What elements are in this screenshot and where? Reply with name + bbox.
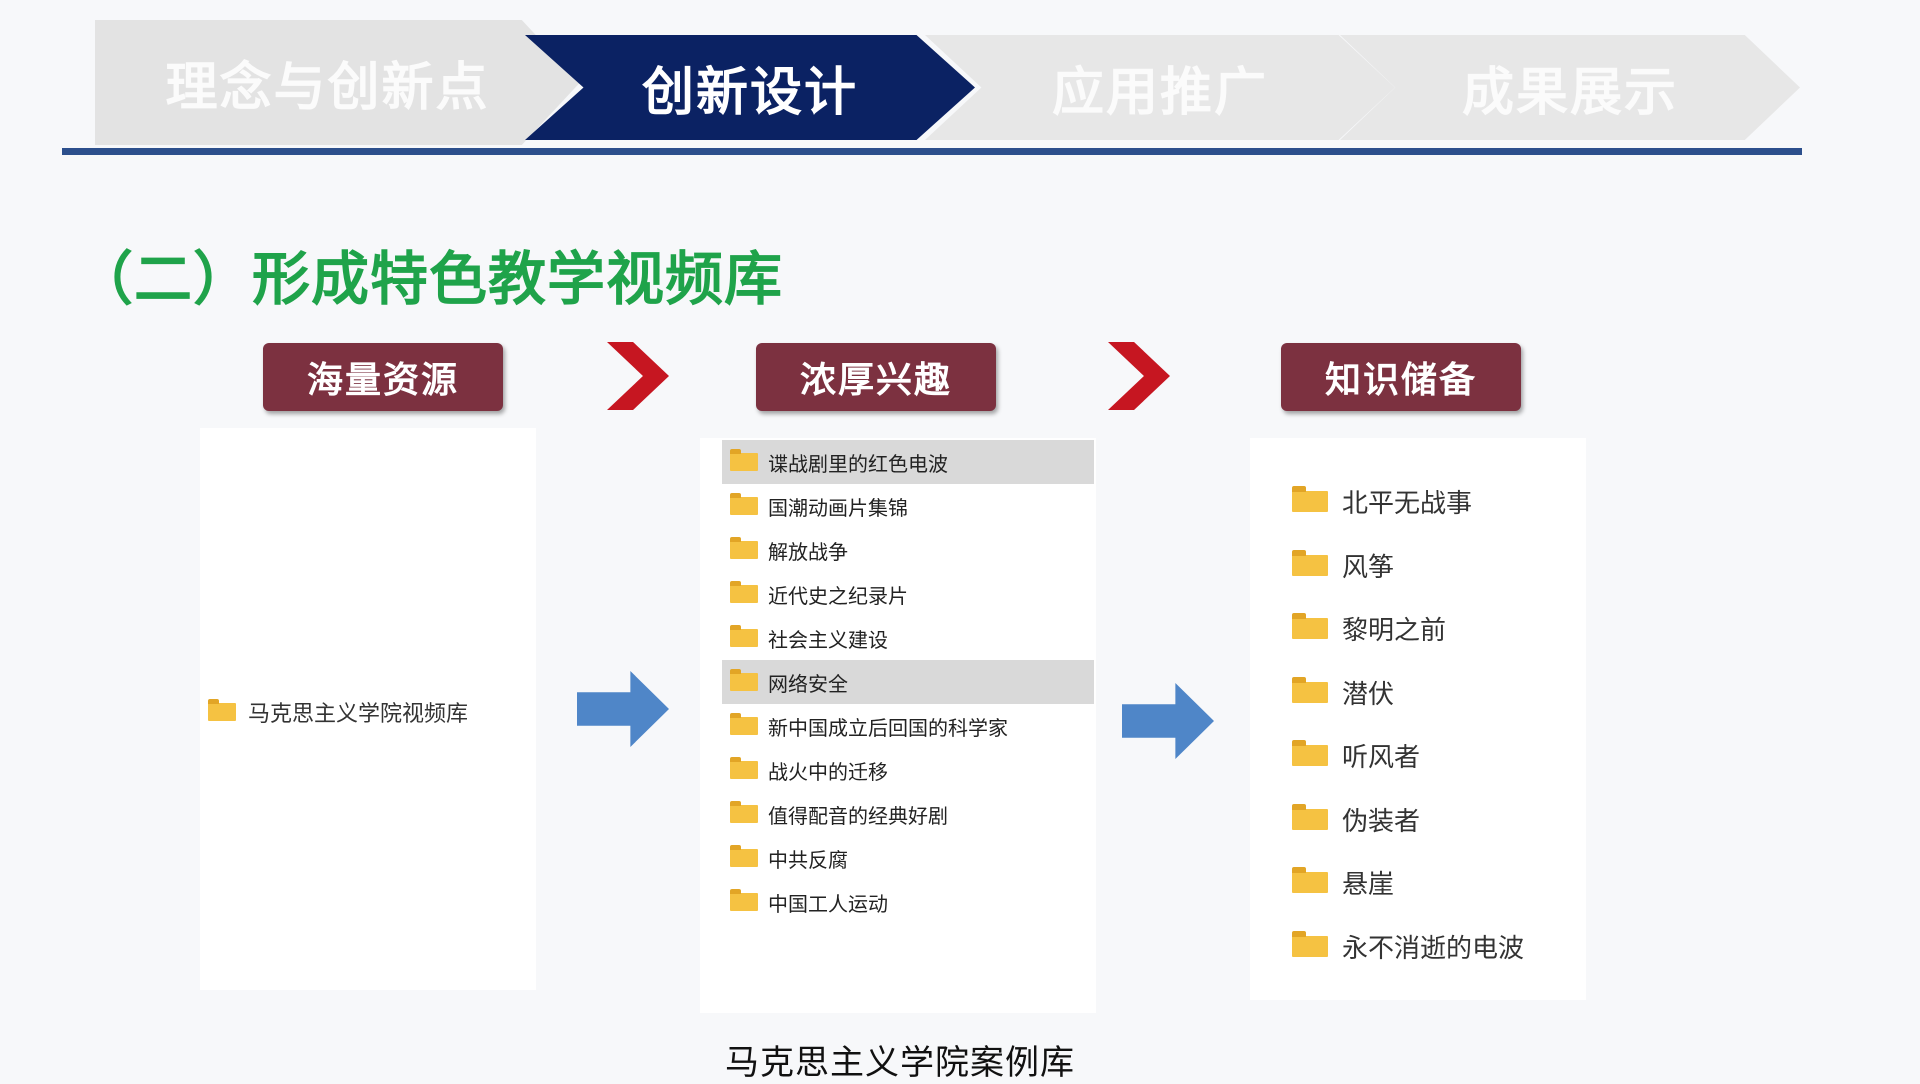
- folder-item[interactable]: 解放战争: [722, 528, 1094, 572]
- arrow-right-icon: [577, 671, 669, 747]
- folder-label: 潜伏: [1342, 679, 1395, 710]
- category-resources[interactable]: 海量资源: [263, 343, 503, 411]
- folder-item[interactable]: 谍战剧里的红色电波: [722, 440, 1094, 484]
- folder-item[interactable]: 网络安全: [722, 660, 1094, 704]
- folder-label: 值得配音的经典好剧: [768, 803, 948, 828]
- folder-item[interactable]: 风筝: [1292, 534, 1524, 598]
- folder-icon: [1292, 549, 1328, 576]
- folder-icon: [1292, 930, 1328, 957]
- folder-item[interactable]: 国潮动画片集锦: [722, 484, 1094, 528]
- folder-label: 听风者: [1342, 743, 1421, 774]
- folder-icon: [730, 757, 758, 779]
- folder-item[interactable]: 伪装者: [1292, 788, 1524, 852]
- folder-icon: [1292, 613, 1328, 640]
- folder-item[interactable]: 马克思主义学院视频库: [208, 696, 468, 728]
- nav-step-design[interactable]: 创新设计: [525, 35, 975, 140]
- folder-label: 北平无战事: [1342, 489, 1473, 520]
- folder-label: 中共反腐: [768, 847, 848, 872]
- folder-label: 近代史之纪录片: [768, 583, 908, 608]
- folder-label: 黎明之前: [1342, 616, 1447, 647]
- folder-label: 解放战争: [768, 539, 848, 564]
- folder-label: 永不消逝的电波: [1342, 933, 1525, 964]
- folder-item[interactable]: 黎明之前: [1292, 597, 1524, 661]
- folder-label: 风筝: [1342, 552, 1395, 583]
- folder-item[interactable]: 永不消逝的电波: [1292, 915, 1524, 979]
- folder-label: 中国工人运动: [768, 891, 888, 916]
- folder-item[interactable]: 近代史之纪录片: [722, 572, 1094, 616]
- folder-icon: [1292, 486, 1328, 513]
- folder-label: 社会主义建设: [768, 627, 888, 652]
- folder-icon: [730, 889, 758, 911]
- folder-label: 国潮动画片集锦: [768, 495, 908, 520]
- folder-list: 谍战剧里的红色电波 国潮动画片集锦 解放战争近代史之纪录片 社会主义建设 网络安全新中国…: [722, 438, 1094, 924]
- folder-label: 伪装者: [1342, 806, 1421, 837]
- folder-item[interactable]: 值得配音的经典好剧: [722, 792, 1094, 836]
- panel-video-library: 马克思主义学院视频库: [200, 428, 536, 990]
- panel-drama-folders: 北平无战事风筝黎明之前潜伏听风者伪装者悬崖永不消逝的电波: [1250, 438, 1586, 1000]
- nav-step-concept[interactable]: 理念与创新点: [95, 20, 580, 145]
- folder-item[interactable]: 听风者: [1292, 724, 1524, 788]
- nav-underline: [62, 148, 1802, 155]
- folder-icon: [730, 713, 758, 735]
- section-title: （二）形成特色教学视频库: [75, 245, 784, 313]
- nav-step-promotion[interactable]: 应用推广: [925, 35, 1395, 140]
- folder-item[interactable]: 社会主义建设: [722, 616, 1094, 660]
- folder-item[interactable]: 悬崖: [1292, 851, 1524, 915]
- folder-item[interactable]: 中共反腐: [722, 836, 1094, 880]
- folder-item[interactable]: 新中国成立后回国的科学家: [722, 704, 1094, 748]
- caption: 马克思主义学院案例库: [725, 1043, 1075, 1083]
- folder-icon: [208, 699, 236, 721]
- folder-item[interactable]: 北平无战事: [1292, 470, 1524, 534]
- category-interest[interactable]: 浓厚兴趣: [756, 343, 996, 411]
- folder-icon: [730, 801, 758, 823]
- folder-label: 谍战剧里的红色电波: [768, 451, 948, 476]
- folder-icon: [730, 493, 758, 515]
- category-knowledge[interactable]: 知识储备: [1281, 343, 1521, 411]
- folder-item[interactable]: 潜伏: [1292, 661, 1524, 725]
- folder-icon: [730, 449, 758, 471]
- folder-label: 网络安全: [768, 671, 848, 696]
- folder-icon: [730, 581, 758, 603]
- nav-step-results[interactable]: 成果展示: [1340, 35, 1800, 140]
- folder-list: 北平无战事风筝黎明之前潜伏听风者伪装者悬崖永不消逝的电波: [1292, 470, 1524, 978]
- folder-icon: [1292, 740, 1328, 767]
- folder-label: 战火中的迁移: [768, 759, 888, 784]
- folder-icon: [730, 625, 758, 647]
- panel-case-folders: 谍战剧里的红色电波 国潮动画片集锦 解放战争近代史之纪录片 社会主义建设 网络安全新中国…: [700, 438, 1096, 1013]
- folder-icon: [730, 669, 758, 691]
- folder-icon: [1292, 867, 1328, 894]
- folder-label: 马克思主义学院视频库: [248, 702, 469, 727]
- folder-icon: [730, 537, 758, 559]
- folder-label: 新中国成立后回国的科学家: [768, 715, 1008, 740]
- folder-label: 悬崖: [1342, 870, 1395, 901]
- chevron-right-icon: [607, 342, 669, 410]
- folder-icon: [1292, 803, 1328, 830]
- folder-item[interactable]: 中国工人运动: [722, 880, 1094, 924]
- folder-icon: [730, 845, 758, 867]
- folder-item[interactable]: 战火中的迁移: [722, 748, 1094, 792]
- chevron-right-icon: [1108, 342, 1170, 410]
- folder-icon: [1292, 676, 1328, 703]
- arrow-right-icon: [1122, 683, 1214, 759]
